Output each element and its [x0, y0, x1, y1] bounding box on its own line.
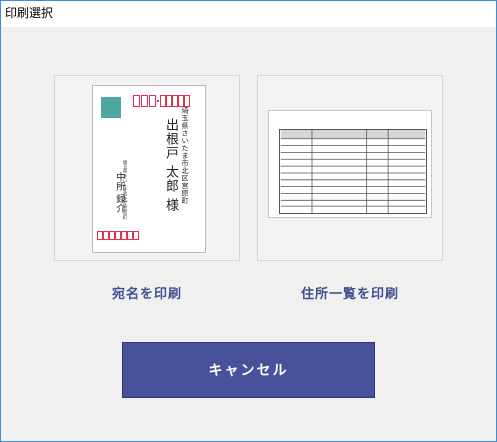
- recipient-address: 埼玉県さいたま市北区宮原町: [181, 107, 189, 205]
- sender-name: 中所 録介: [114, 172, 125, 214]
- postcard-preview: 埼玉県さいたま市北区宮原町 出根戸 太郎 様 埼玉県さいたま市北区宮原町 中所 …: [92, 85, 206, 253]
- window-title: 印刷選択: [5, 6, 54, 20]
- cancel-button-label: キャンセル: [208, 363, 289, 379]
- print-address-label[interactable]: 宛名を印刷: [54, 285, 240, 305]
- address-list-preview: [268, 110, 432, 218]
- print-select-dialog: 印刷選択 埼玉県さいたま市北区宮原町 出根戸 太郎 様 埼玉県さいたま市北区宮原…: [0, 0, 497, 442]
- table-grid-icon: [279, 129, 427, 214]
- print-address-card[interactable]: 埼玉県さいたま市北区宮原町 出根戸 太郎 様 埼玉県さいたま市北区宮原町 中所 …: [54, 75, 240, 261]
- print-address-list-label[interactable]: 住所一覧を印刷: [257, 285, 443, 305]
- print-address-list-card[interactable]: [257, 75, 443, 261]
- recipient-name: 出根戸 太郎 様: [163, 118, 178, 213]
- stamp-icon: [101, 97, 121, 118]
- cancel-button[interactable]: キャンセル: [122, 342, 375, 398]
- title-bar: 印刷選択: [1, 1, 496, 27]
